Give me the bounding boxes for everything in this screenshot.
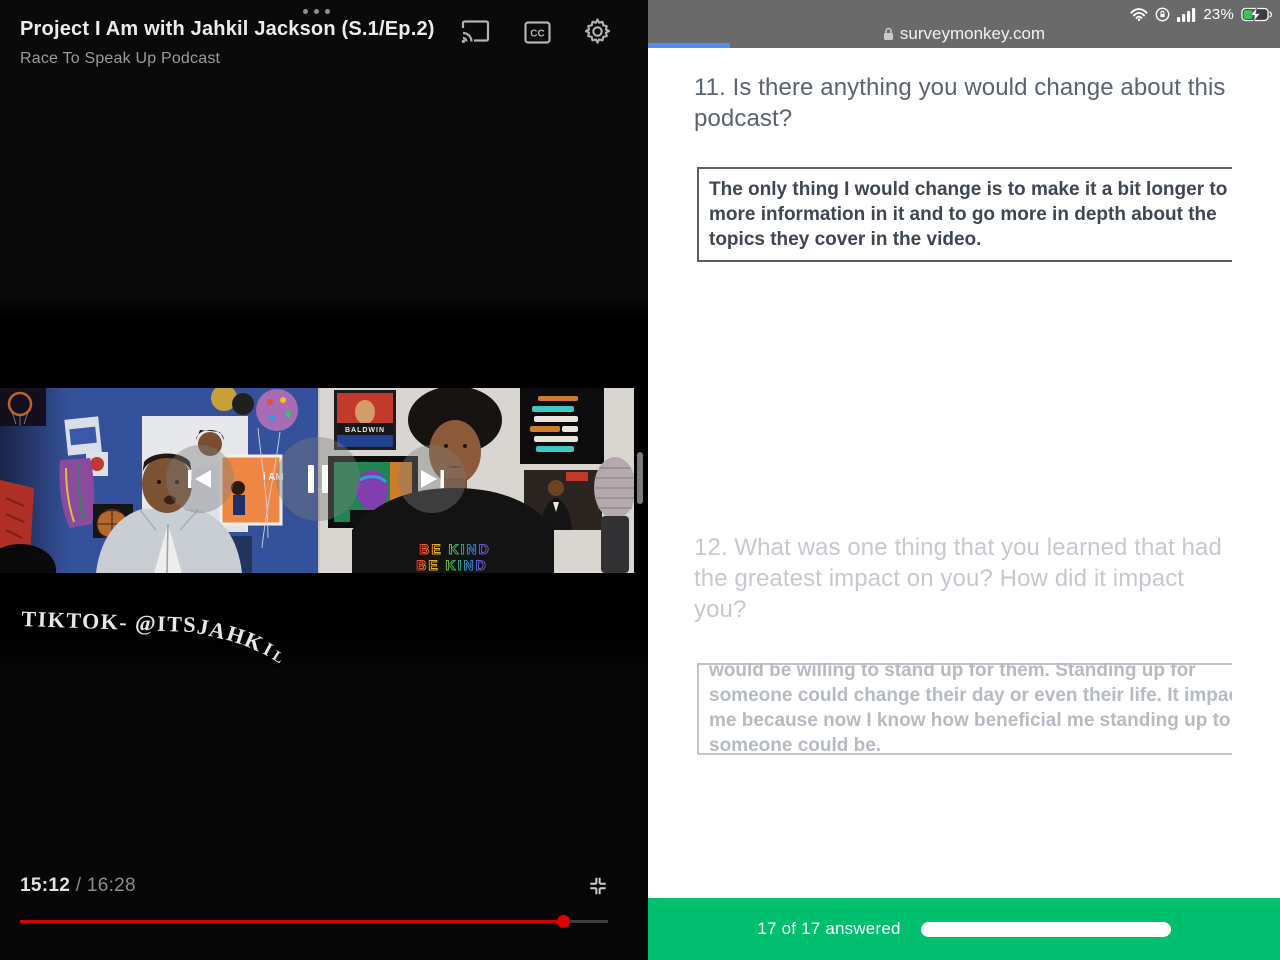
video-overlay-caption: TIKTOK- @ITSJAHKIL xyxy=(21,606,288,668)
question-12-answer-textarea[interactable]: would be willing to stand up for them. S… xyxy=(697,663,1232,755)
cc-label: CC xyxy=(530,29,544,40)
lock-icon xyxy=(883,27,893,40)
browser-address-bar[interactable]: 23% surveymonkey.com xyxy=(648,0,1280,48)
video-left-room: i AM xyxy=(0,388,319,573)
rotation-lock-icon xyxy=(1155,7,1170,22)
question-11-answer-clip: The only thing I would change is to make… xyxy=(697,167,1232,262)
seek-bar-fill xyxy=(20,920,563,923)
video-title: Project I Am with Jahkil Jackson (S.1/Ep… xyxy=(20,18,435,40)
url-text: surveymonkey.com xyxy=(899,24,1046,43)
previous-video-button[interactable] xyxy=(166,445,234,513)
wifi-icon xyxy=(1130,8,1148,21)
survey-progress-fill xyxy=(920,921,1171,937)
cellular-signal-icon xyxy=(1177,7,1196,22)
battery-percent: 23% xyxy=(1203,6,1234,23)
url-field[interactable]: surveymonkey.com xyxy=(648,24,1280,44)
closed-captions-icon[interactable]: CC xyxy=(524,21,551,49)
next-track-icon xyxy=(421,470,444,488)
video-player-pane[interactable]: Project I Am with Jahkil Jackson (S.1/Ep… xyxy=(0,0,648,960)
settings-gear-icon[interactable] xyxy=(583,17,612,51)
video-duration: 16:28 xyxy=(86,875,136,896)
question-11-answer-textarea[interactable]: The only thing I would change is to make… xyxy=(697,167,1232,262)
scrollbar-thumb[interactable] xyxy=(637,452,643,504)
browser-pane: 23% surveymonkey.com 11. Is there anythi xyxy=(648,0,1280,960)
window-handle-icon[interactable] xyxy=(303,9,330,14)
question-12-answer-clip: would be willing to stand up for them. S… xyxy=(697,663,1232,755)
pause-icon xyxy=(308,465,328,493)
pause-button[interactable] xyxy=(276,437,360,521)
seek-scrubber-handle[interactable] xyxy=(557,915,570,928)
previous-track-icon xyxy=(188,470,211,488)
current-time: 15:12 xyxy=(20,875,71,896)
time-display: 15:12 / 16:28 xyxy=(20,875,136,896)
seek-bar[interactable] xyxy=(20,920,608,923)
video-right-room: BALDWIN BE KIND BE KIND xyxy=(318,388,634,573)
next-video-button[interactable] xyxy=(398,445,466,513)
channel-name: Race To Speak Up Podcast xyxy=(20,50,221,67)
page-loading-bar xyxy=(648,43,730,48)
battery-charging-icon xyxy=(1241,7,1272,22)
shirt-text-2: BE KIND xyxy=(416,557,488,573)
exit-fullscreen-icon[interactable] xyxy=(587,875,609,902)
survey-progress-footer: 17 of 17 answered xyxy=(648,898,1280,960)
ipad-split-screen: Project I Am with Jahkil Jackson (S.1/Ep… xyxy=(0,0,1280,960)
baldwin-poster-text: BALDWIN xyxy=(345,427,385,434)
answered-count-label: 17 of 17 answered xyxy=(757,919,901,938)
shirt-text-1: BE KIND xyxy=(419,541,491,557)
status-bar: 23% xyxy=(1130,6,1272,23)
cast-icon[interactable] xyxy=(460,19,491,50)
question-12-title: 12. What was one thing that you learned … xyxy=(694,534,1222,623)
survey-progress-bar xyxy=(920,921,1171,937)
question-11-title: 11. Is there anything you would change a… xyxy=(694,74,1226,132)
